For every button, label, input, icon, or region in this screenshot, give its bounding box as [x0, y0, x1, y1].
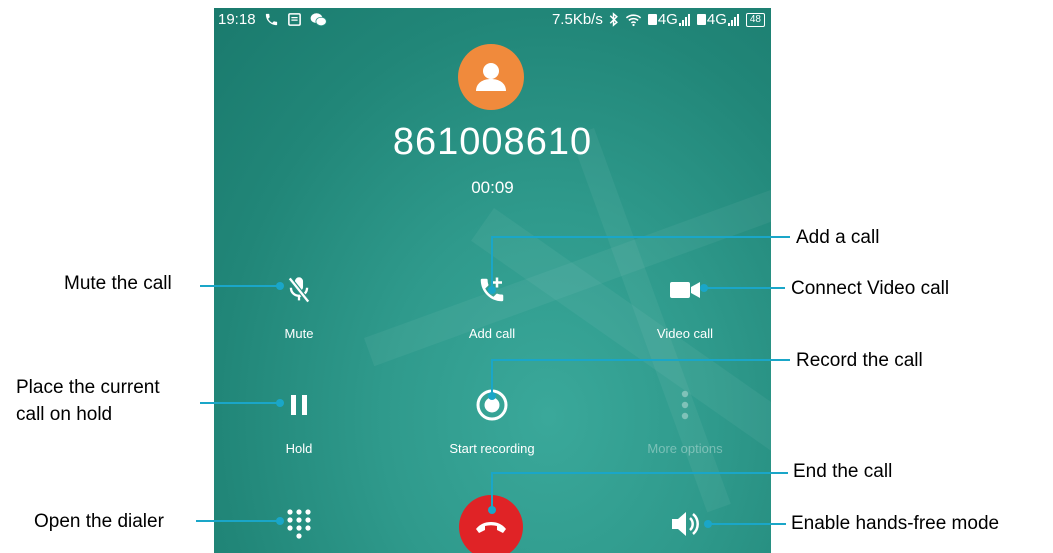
mic-off-icon [229, 274, 369, 306]
battery-indicator: 48 [745, 12, 765, 27]
annotation-mute: Mute the call [64, 273, 172, 294]
annotation-hold-2: call on hold [16, 404, 113, 425]
start-recording-button[interactable]: Start recording [422, 389, 562, 456]
signal-bars-icon [727, 13, 739, 26]
more-vertical-icon [615, 389, 755, 421]
signal-1: 4G [647, 11, 691, 28]
dialpad-icon [229, 508, 369, 540]
signal-bars-icon [678, 13, 690, 26]
annotation-video: Connect Video call [791, 278, 950, 299]
phone-icon [264, 12, 279, 27]
mute-button[interactable]: Mute [229, 274, 369, 341]
caller-avatar [458, 44, 524, 110]
network-type-2: 4G [706, 11, 727, 28]
network-type-1: 4G [657, 11, 678, 28]
annotation-end: End the call [793, 461, 893, 482]
pause-icon [229, 389, 369, 421]
wifi-icon [625, 13, 642, 27]
speaker-icon [615, 508, 755, 540]
call-timer: 00:09 [471, 178, 514, 197]
end-call-button[interactable] [459, 495, 523, 553]
hold-label: Hold [285, 441, 313, 456]
annotation-hold-1: Place the current [16, 377, 160, 398]
bluetooth-icon [609, 12, 619, 27]
add-call-icon [422, 274, 562, 306]
status-time: 19:18 [218, 11, 256, 28]
status-bar-left: 19:18 [218, 11, 327, 28]
video-call-button[interactable]: Video call [615, 274, 755, 341]
hang-up-icon [476, 522, 506, 533]
annotation-dialer: Open the dialer [34, 511, 164, 532]
network-speed: 7.5Kb/s [551, 11, 603, 28]
message-icon [287, 12, 302, 27]
annotation-add-call: Add a call [796, 227, 880, 248]
video-camera-icon [615, 274, 755, 306]
wechat-icon [310, 12, 327, 27]
annotation-record: Record the call [796, 350, 923, 371]
annotation-handsfree: Enable hands-free mode [791, 513, 1000, 534]
person-icon [476, 63, 506, 91]
add-call-label: Add call [468, 326, 516, 341]
hold-button[interactable]: Hold [229, 389, 369, 456]
start-recording-label: Start recording [449, 441, 535, 456]
video-call-label: Video call [656, 326, 714, 341]
record-icon [422, 389, 562, 421]
mute-label: Mute [284, 326, 314, 341]
signal-2: 4G [696, 11, 740, 28]
dialer-button[interactable] [229, 508, 369, 540]
add-call-button[interactable]: Add call [422, 274, 562, 341]
caller-number: 861008610 [392, 121, 593, 163]
more-options-button[interactable]: More options [615, 389, 755, 456]
status-bar-right: 7.5Kb/s 4G 4G 48 [552, 11, 765, 28]
more-options-label: More options [647, 441, 723, 456]
call-screen: 19:18 7.5Kb/s 4G 4G 48 861008610 00:09 M… [214, 8, 771, 553]
speaker-button[interactable] [615, 508, 755, 540]
